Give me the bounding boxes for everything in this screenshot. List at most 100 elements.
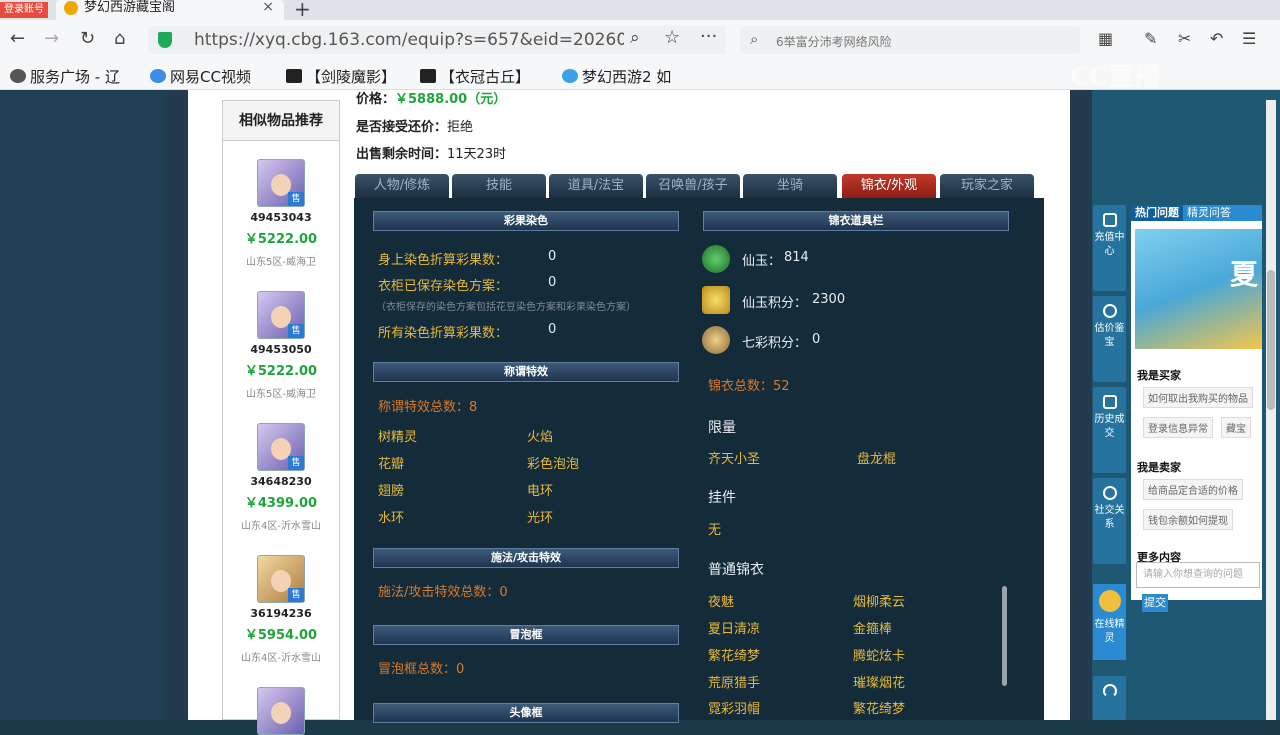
bookmark-item[interactable]: 【衣冠古丘】 <box>420 66 530 87</box>
help-question-input[interactable]: 请输入你想查询的问题 <box>1136 562 1260 588</box>
site-favicon-icon <box>64 1 78 15</box>
similar-item-server: 山东5区-威海卫 <box>246 389 316 400</box>
zoom-icon[interactable]: ⌕ <box>630 28 640 48</box>
character-avatar[interactable] <box>257 687 305 735</box>
bookmark-item[interactable]: 网易CC视频 <box>150 66 251 87</box>
promo-banner[interactable]: 夏 <box>1135 229 1262 349</box>
faq-link[interactable]: 钱包余额如何提现 <box>1143 509 1233 530</box>
online-assistant-button[interactable]: 在线精灵 <box>1093 584 1126 660</box>
globe-icon <box>10 69 26 83</box>
qicai-value: 0 <box>812 332 821 347</box>
similar-item-server: 山东4区-沂水雪山 <box>241 653 321 664</box>
outfit-item: 繁花绮梦 <box>853 702 906 717</box>
browser-tab[interactable]: 梦幻西游藏宝阁 × <box>56 0 284 20</box>
social-icon <box>1102 486 1117 500</box>
search-icon: ⌕ <box>750 30 759 48</box>
similar-item-server: 山东5区-威海卫 <box>246 257 316 268</box>
help-submit-button[interactable]: 提交 <box>1142 594 1168 612</box>
address-bar[interactable]: https://xyq.cbg.163.com/equip?s=657&eid=… <box>148 26 726 54</box>
tab-player-home[interactable]: 玩家之家 <box>940 174 1034 198</box>
tab-assistant-qa[interactable]: 精灵问答 <box>1183 205 1235 221</box>
tab-skills[interactable]: 技能 <box>452 174 546 198</box>
search-placeholder: 6举富分沛考网络风险 <box>776 35 892 49</box>
faq-link[interactable]: 登录信息异常 <box>1143 417 1213 438</box>
faq-link[interactable]: 如何取出我购买的物品 <box>1143 387 1253 408</box>
apps-icon[interactable]: ▦ <box>1098 29 1113 48</box>
outfit-item: 烟柳柔云 <box>853 595 906 610</box>
cc-icon <box>150 69 166 83</box>
faq-link[interactable]: 给商品定合适的价格 <box>1143 479 1243 500</box>
more-icon[interactable]: ··· <box>700 26 717 47</box>
similar-item[interactable]: 售 34648230 ￥4399.00 山东4区-沂水雪山 <box>223 423 339 532</box>
bookmark-star-icon[interactable]: ☆ <box>664 27 680 48</box>
forward-icon[interactable]: → <box>44 28 59 50</box>
outfit-list-scrollbar[interactable] <box>1002 586 1007 686</box>
similar-item[interactable] <box>223 687 339 735</box>
similar-item[interactable]: 售 36194236 ￥5954.00 山东4区-沂水雪山 <box>223 555 339 664</box>
back-icon[interactable]: ← <box>10 28 25 50</box>
tab-items[interactable]: 道具/法宝 <box>549 174 643 198</box>
page-left-background <box>0 90 166 720</box>
character-avatar[interactable]: 售 <box>257 423 305 471</box>
dye-label: 身上染色折算彩果数： <box>378 253 509 268</box>
similar-item-id: 36194236 <box>250 607 312 620</box>
dye-value: 0 <box>548 322 557 337</box>
outfit-item: 璀璨烟花 <box>853 676 906 691</box>
character-avatar[interactable]: 售 <box>257 555 305 603</box>
tab-mounts[interactable]: 坐骑 <box>743 174 837 198</box>
similar-item[interactable]: 售 49453050 ￥5222.00 山东5区-威海卫 <box>223 291 339 400</box>
remaining-time-row: 出售剩余时间：11天23时 <box>356 147 507 162</box>
wardrobe-total: 锦衣总数：52 <box>708 379 790 394</box>
reload-icon[interactable]: ↻ <box>80 28 95 50</box>
remaining-time-value: 11天23时 <box>447 147 507 162</box>
title-effect-total: 称谓特效总数：8 <box>378 400 478 415</box>
undo-icon[interactable]: ↶ <box>1210 29 1223 48</box>
recharge-button[interactable]: 充值中心 <box>1093 205 1126 291</box>
faq-link[interactable]: 藏宝 <box>1221 417 1251 438</box>
similar-item-id: 49453050 <box>250 343 312 356</box>
home-icon[interactable]: ⌂ <box>114 28 125 50</box>
tools-icon[interactable]: ✎ <box>1144 29 1157 48</box>
xianyu-icon <box>702 245 730 273</box>
title-effect-item: 水环 <box>378 511 405 526</box>
character-avatar[interactable]: 售 <box>257 291 305 339</box>
bookmark-item[interactable]: 梦幻西游2 如 <box>562 66 671 87</box>
scissors-icon[interactable]: ✂ <box>1178 29 1191 48</box>
browser-search-box[interactable]: ⌕ 6举富分沛考网络风险 <box>740 26 1080 54</box>
title-effect-item: 电环 <box>527 484 554 499</box>
similar-item-price: ￥4399.00 <box>244 496 318 511</box>
menu-icon[interactable]: ☰ <box>1242 29 1256 48</box>
url-text[interactable]: https://xyq.cbg.163.com/equip?s=657&eid=… <box>194 30 624 50</box>
assistant-avatar-icon <box>1098 590 1121 612</box>
dye-note: （衣柜保存的染色方案包括花豆染色方案和彩果染色方案） <box>376 302 636 313</box>
bookmark-item[interactable]: 【剑陵魔影】 <box>286 66 396 87</box>
headset-button[interactable] <box>1093 676 1126 720</box>
new-tab-button[interactable]: + <box>294 0 311 21</box>
page-scrollbar[interactable] <box>1266 100 1276 720</box>
history-button[interactable]: 历史成交 <box>1093 387 1126 473</box>
tab-summons[interactable]: 召唤兽/孩子 <box>646 174 740 198</box>
outfit-item: 腾蛇炫卡 <box>853 649 906 664</box>
headset-icon <box>1102 684 1117 698</box>
price-row: 价格：￥5888.00（元） <box>356 92 507 107</box>
history-icon <box>1102 395 1117 409</box>
browser-nav-bar: ← → ↻ ⌂ https://xyq.cbg.163.com/equip?s=… <box>0 20 1280 60</box>
bookmark-item[interactable]: 服务广场 - 辽 <box>10 66 120 87</box>
appraise-button[interactable]: 估价鉴宝 <box>1093 296 1126 382</box>
character-avatar[interactable]: 售 <box>257 159 305 207</box>
wallet-icon <box>1102 213 1117 227</box>
help-tabs: 热门问题 精灵问答 <box>1131 205 1262 221</box>
page-scrollbar-thumb[interactable] <box>1267 270 1275 410</box>
section-bubble: 冒泡框 <box>373 625 679 645</box>
bubble-total: 冒泡框总数：0 <box>378 662 465 677</box>
social-button[interactable]: 社交关系 <box>1093 478 1126 564</box>
tab-close-icon[interactable]: × <box>262 0 274 15</box>
tab-hot-questions[interactable]: 热门问题 <box>1131 205 1183 221</box>
login-badge[interactable]: 登录账号 <box>0 2 48 18</box>
pendant-title: 挂件 <box>708 490 736 506</box>
title-effect-item: 树精灵 <box>378 430 418 445</box>
tab-outfits[interactable]: 锦衣/外观 <box>842 174 936 198</box>
similar-item[interactable]: 售 49453043 ￥5222.00 山东5区-威海卫 <box>223 159 339 268</box>
tab-character[interactable]: 人物/修炼 <box>355 174 449 198</box>
xianyu-points-icon <box>702 286 730 314</box>
